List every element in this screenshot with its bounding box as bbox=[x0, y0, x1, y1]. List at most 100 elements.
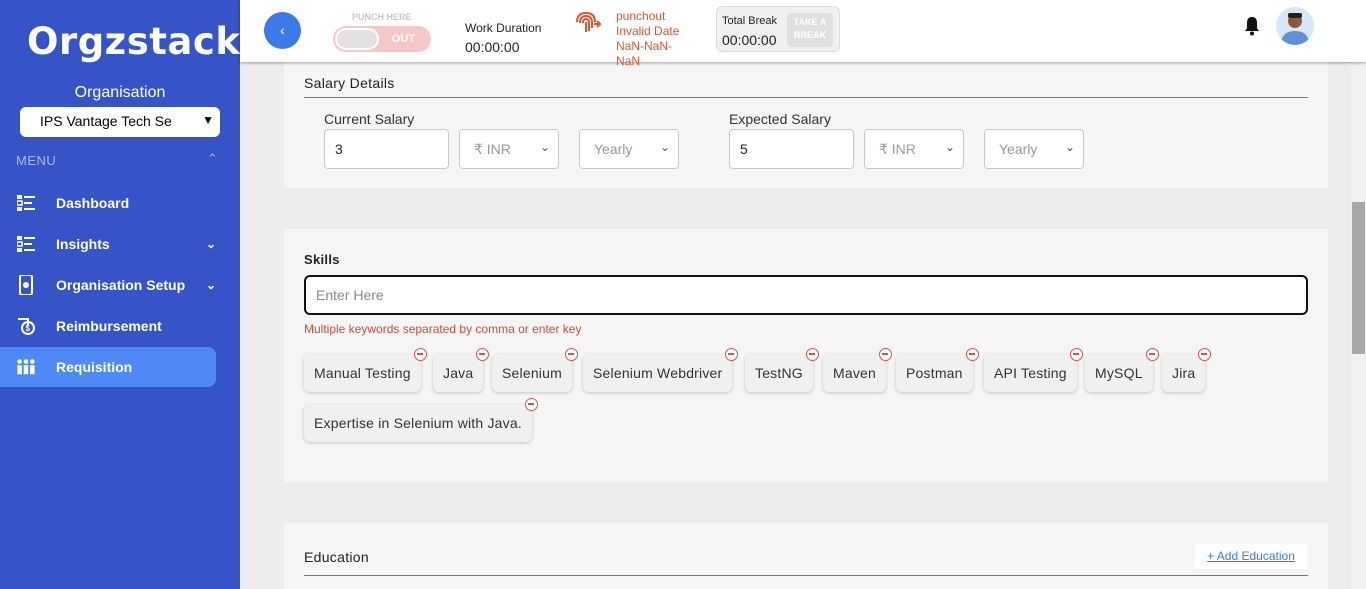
sidebar-item-label: Reimbursement bbox=[56, 318, 162, 334]
remove-icon[interactable] bbox=[1145, 348, 1159, 361]
skill-chip: Expertise in Selenium with Java. bbox=[304, 398, 538, 442]
skill-chip: Manual Testing bbox=[304, 348, 427, 392]
app-logo: Orgzstack bbox=[27, 20, 241, 63]
skill-chip-label: Selenium Webdriver bbox=[593, 365, 723, 381]
insights-icon bbox=[16, 234, 36, 254]
remove-icon[interactable] bbox=[1069, 348, 1083, 361]
add-education-button[interactable]: + Add Education bbox=[1195, 544, 1307, 569]
current-currency-select[interactable]: ₹ INR ⌄ bbox=[459, 129, 559, 169]
education-section-title: Education bbox=[304, 549, 369, 565]
current-period-value: Yearly bbox=[594, 141, 633, 157]
menu-label: MENU bbox=[16, 153, 57, 168]
expected-salary-label: Expected Salary bbox=[729, 111, 831, 127]
skill-chip-label: MySQL bbox=[1095, 365, 1143, 381]
current-currency-value: ₹ INR bbox=[474, 141, 511, 157]
remove-icon[interactable] bbox=[413, 348, 427, 361]
salary-divider bbox=[304, 97, 1308, 98]
sidebar-item-requisition[interactable]: Requisition bbox=[0, 347, 216, 387]
salary-section-title: Salary Details bbox=[304, 75, 395, 91]
sidebar-item-label: Organisation Setup bbox=[56, 277, 186, 293]
punch-status-value: NaN-NaN-NaN bbox=[616, 39, 673, 68]
skill-chip: Jira bbox=[1162, 348, 1212, 392]
current-salary-input[interactable]: 3 bbox=[324, 129, 449, 169]
skill-chip: Java bbox=[433, 348, 490, 392]
sidebar-item-dashboard[interactable]: Dashboard bbox=[0, 183, 216, 223]
requisition-icon bbox=[16, 357, 36, 377]
skill-chip-label: Postman bbox=[906, 365, 963, 381]
remove-icon[interactable] bbox=[564, 348, 578, 361]
scrollbar-thumb[interactable] bbox=[1352, 202, 1365, 354]
total-break-box: Total Break 00:00:00 TAKE A BREAK bbox=[716, 6, 840, 52]
skill-chip: TestNG bbox=[745, 348, 819, 392]
punch-toggle[interactable]: OUT bbox=[333, 26, 431, 52]
expected-period-select[interactable]: Yearly ⌄ bbox=[984, 129, 1084, 169]
work-duration-label: Work Duration bbox=[465, 21, 542, 35]
sidebar: Orgzstack Organisation IPS Vantage Tech … bbox=[0, 0, 240, 589]
punch-state: OUT bbox=[391, 33, 415, 45]
sidebar-item-label: Requisition bbox=[56, 359, 133, 375]
expected-currency-value: ₹ INR bbox=[879, 141, 916, 157]
work-duration-value: 00:00:00 bbox=[465, 39, 520, 55]
expected-period-value: Yearly bbox=[999, 141, 1038, 157]
toggle-knob bbox=[335, 28, 379, 50]
chevron-down-icon: ⌄ bbox=[205, 278, 216, 292]
sidebar-item-reimbursement[interactable]: $ Reimbursement bbox=[0, 306, 216, 346]
back-button[interactable]: ‹ bbox=[264, 12, 301, 49]
avatar[interactable] bbox=[1276, 7, 1314, 45]
skills-section-title: Skills bbox=[304, 252, 340, 267]
skill-chip-label: Java bbox=[443, 365, 474, 381]
education-divider bbox=[304, 575, 1308, 576]
remove-icon[interactable] bbox=[879, 348, 893, 361]
skill-chip: MySQL bbox=[1085, 348, 1159, 392]
skill-chip-label: Maven bbox=[833, 365, 877, 381]
expected-currency-select[interactable]: ₹ INR ⌄ bbox=[864, 129, 964, 169]
skill-chip-label: Manual Testing bbox=[314, 365, 411, 381]
current-period-select[interactable]: Yearly ⌄ bbox=[579, 129, 679, 169]
skills-hint: Multiple keywords separated by comma or … bbox=[304, 322, 582, 336]
chevron-up-icon[interactable]: ⌃ bbox=[207, 151, 218, 167]
chevron-down-icon: ⌄ bbox=[659, 140, 670, 154]
chevron-down-icon: ⌄ bbox=[1064, 140, 1075, 154]
skill-chip: Selenium bbox=[492, 348, 578, 392]
current-salary-label: Current Salary bbox=[324, 111, 415, 127]
organisation-select[interactable]: IPS Vantage Tech Se ▼ bbox=[20, 107, 220, 137]
svg-text:$: $ bbox=[26, 324, 31, 333]
skill-chip-label: API Testing bbox=[994, 365, 1067, 381]
skill-chip: API Testing bbox=[984, 348, 1083, 392]
bell-icon[interactable] bbox=[1243, 16, 1261, 36]
sidebar-item-label: Insights bbox=[56, 236, 110, 252]
total-break-value: 00:00:00 bbox=[722, 32, 777, 48]
reimbursement-icon: $ bbox=[16, 316, 36, 336]
sidebar-item-insights[interactable]: Insights ⌄ bbox=[0, 224, 216, 264]
scrollbar[interactable] bbox=[1351, 62, 1366, 589]
fingerprint-icon bbox=[574, 10, 602, 34]
skills-input[interactable]: Enter Here bbox=[304, 275, 1308, 315]
organisation-select-value: IPS Vantage Tech Se bbox=[40, 113, 172, 129]
skill-chip: Maven bbox=[823, 348, 893, 392]
sidebar-item-label: Dashboard bbox=[56, 195, 130, 211]
remove-icon[interactable] bbox=[805, 348, 819, 361]
education-card bbox=[284, 523, 1328, 589]
remove-icon[interactable] bbox=[524, 398, 538, 411]
dashboard-icon bbox=[16, 193, 36, 213]
punch-status: punchout Invalid Date NaN-NaN-NaN bbox=[616, 9, 686, 69]
skill-chip-label: Jira bbox=[1172, 365, 1196, 381]
skill-chip-label: TestNG bbox=[755, 365, 803, 381]
expected-salary-input[interactable]: 5 bbox=[729, 129, 854, 169]
sidebar-item-organisation-setup[interactable]: Organisation Setup ⌄ bbox=[0, 265, 216, 305]
org-setup-icon bbox=[16, 275, 36, 295]
chevron-down-icon: ▼ bbox=[202, 113, 214, 127]
total-break-label: Total Break bbox=[722, 15, 778, 27]
skill-chip: Selenium Webdriver bbox=[583, 348, 739, 392]
chevron-down-icon: ⌄ bbox=[205, 237, 216, 251]
chevron-down-icon: ⌄ bbox=[944, 140, 955, 154]
skill-chip-label: Expertise in Selenium with Java. bbox=[314, 415, 522, 431]
skill-chip-label: Selenium bbox=[502, 365, 562, 381]
chevron-down-icon: ⌄ bbox=[539, 140, 550, 154]
top-bar: ‹ PUNCH HERE OUT Work Duration 00:00:00 … bbox=[240, 0, 1366, 68]
punch-status-type: punchout bbox=[616, 9, 666, 23]
skill-chip: Postman bbox=[896, 348, 979, 392]
remove-icon[interactable] bbox=[965, 348, 979, 361]
organisation-label: Organisation bbox=[74, 84, 166, 101]
take-break-button[interactable]: TAKE A BREAK bbox=[787, 13, 833, 47]
